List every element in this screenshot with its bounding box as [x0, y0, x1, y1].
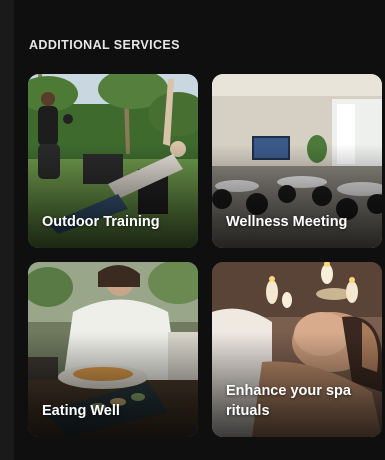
service-card-spa-rituals[interactable]: Enhance your spa rituals — [212, 262, 382, 437]
service-card-eating-well[interactable]: Eating Well — [28, 262, 198, 437]
service-label: Eating Well — [42, 403, 120, 419]
service-label: Enhance your spa rituals — [226, 383, 351, 419]
service-label: Wellness Meeting — [226, 214, 348, 230]
section-title: ADDITIONAL SERVICES — [29, 38, 180, 52]
service-label: Outdoor Training — [42, 214, 160, 230]
service-card-outdoor-training[interactable]: Outdoor Training — [28, 74, 198, 248]
service-card-wellness-meeting[interactable]: Wellness Meeting — [212, 74, 382, 248]
